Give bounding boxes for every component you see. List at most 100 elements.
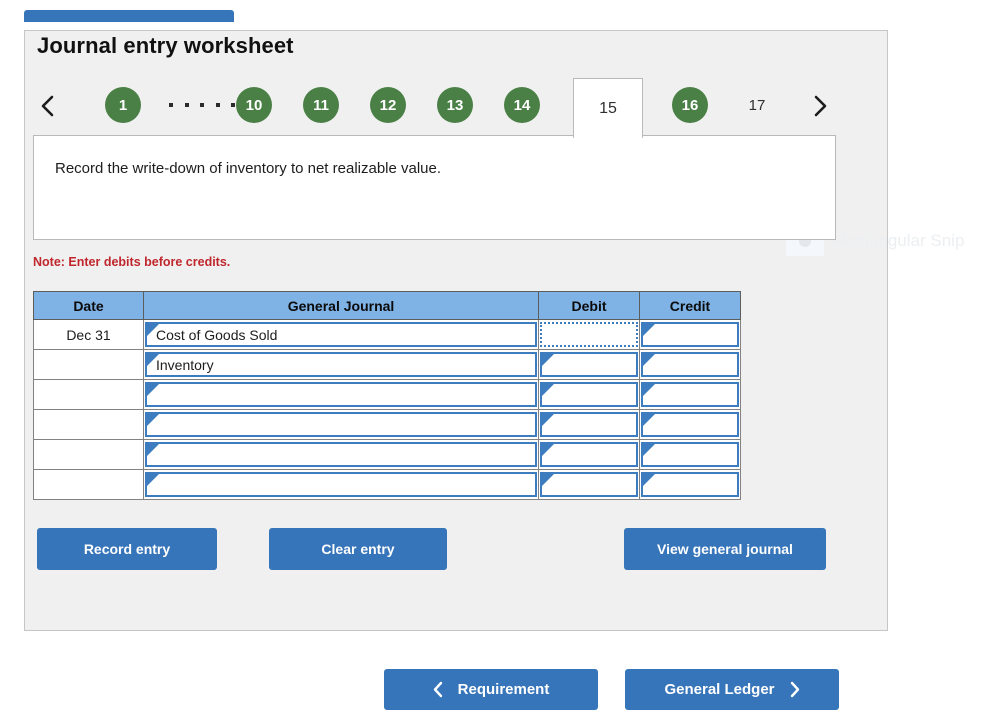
dropdown-triangle-icon	[643, 444, 655, 456]
debit-cell	[538, 409, 640, 440]
dropdown-triangle-icon	[542, 444, 554, 456]
tab-item-13[interactable]: 13	[437, 87, 473, 123]
account-input[interactable]	[145, 412, 537, 437]
date-cell[interactable]	[33, 439, 144, 470]
date-cell[interactable]	[33, 379, 144, 410]
clear-entry-label: Clear entry	[321, 541, 395, 557]
account-cell: Cost of Goods Sold	[143, 319, 539, 350]
debits-before-credits-note: Note: Enter debits before credits.	[33, 255, 231, 269]
account-input[interactable]	[145, 382, 537, 407]
date-cell[interactable]	[33, 469, 144, 500]
tab-label: 1	[118, 96, 128, 114]
credit-input[interactable]	[641, 352, 739, 377]
tab-label: 11	[313, 96, 329, 114]
tab-item-11[interactable]: 11	[303, 87, 339, 123]
column-header-general-journal: General Journal	[143, 291, 539, 320]
general-ledger-nav-button[interactable]: General Ledger	[625, 669, 839, 710]
dropdown-triangle-icon	[147, 444, 159, 456]
tab-label: 12	[379, 96, 397, 114]
view-general-journal-label: View general journal	[657, 541, 793, 557]
dropdown-triangle-icon	[643, 414, 655, 426]
account-value: Cost of Goods Sold	[156, 326, 278, 343]
page-root: Journal entry worksheet 1 10 11 12 13 14…	[0, 0, 998, 726]
tab-label: 16	[681, 96, 699, 114]
chevron-right-icon	[813, 95, 827, 117]
page-title: Journal entry worksheet	[37, 33, 294, 58]
account-input[interactable]	[145, 442, 537, 467]
date-cell[interactable]: Dec 31	[33, 319, 144, 350]
dropdown-triangle-icon	[147, 324, 159, 336]
debit-input[interactable]	[540, 442, 638, 467]
credit-cell	[639, 349, 741, 380]
credit-cell	[639, 379, 741, 410]
tab-label: 10	[245, 96, 263, 114]
credit-input[interactable]	[641, 472, 739, 497]
tab-label: 15	[599, 99, 617, 117]
credit-cell	[639, 439, 741, 470]
clear-entry-button[interactable]: Clear entry	[269, 528, 447, 570]
account-cell	[143, 439, 539, 470]
record-entry-button[interactable]: Record entry	[37, 528, 217, 570]
table-row	[33, 379, 741, 410]
tab-item-1[interactable]: 1	[105, 87, 141, 123]
account-cell	[143, 409, 539, 440]
tab-label: 14	[513, 96, 531, 114]
requirement-label: Requirement	[457, 681, 550, 698]
debit-input[interactable]	[540, 382, 638, 407]
debit-input[interactable]	[540, 412, 638, 437]
view-general-journal-button[interactable]: View general journal	[624, 528, 826, 570]
dropdown-triangle-icon	[147, 474, 159, 486]
account-input[interactable]: Inventory	[145, 352, 537, 377]
general-ledger-label: General Ledger	[664, 681, 775, 698]
debit-cell	[538, 439, 640, 470]
account-cell	[143, 379, 539, 410]
credit-input[interactable]	[641, 382, 739, 407]
dropdown-triangle-icon	[643, 324, 655, 336]
table-row	[33, 469, 741, 500]
table-row	[33, 409, 741, 440]
instruction-box: Record the write-down of inventory to ne…	[33, 135, 836, 240]
instruction-text: Record the write-down of inventory to ne…	[55, 160, 442, 177]
debit-cell	[538, 469, 640, 500]
tab-item-12[interactable]: 12	[370, 87, 406, 123]
table-row: Inventory	[33, 349, 741, 380]
debit-input[interactable]	[540, 322, 638, 347]
date-cell[interactable]	[33, 409, 144, 440]
debit-cell	[538, 319, 640, 350]
tab-item-15-active[interactable]: 15	[573, 78, 643, 138]
account-input[interactable]: Cost of Goods Sold	[145, 322, 537, 347]
requirement-nav-button[interactable]: Requirement	[384, 669, 598, 710]
dropdown-triangle-icon	[542, 354, 554, 366]
tab-label: 13	[446, 96, 464, 114]
debit-cell	[538, 379, 640, 410]
worksheet-tab-nav: 1 10 11 12 13 14 15 16 17	[33, 75, 833, 138]
column-header-date: Date	[33, 291, 144, 320]
column-header-debit: Debit	[538, 291, 640, 320]
column-header-credit: Credit	[639, 291, 741, 320]
tab-item-17[interactable]: 17	[739, 87, 775, 123]
credit-cell	[639, 409, 741, 440]
chevron-right-icon	[789, 681, 800, 698]
dropdown-triangle-icon	[643, 474, 655, 486]
credit-input[interactable]	[641, 442, 739, 467]
tab-item-16[interactable]: 16	[672, 87, 708, 123]
dropdown-triangle-icon	[542, 384, 554, 396]
debit-input[interactable]	[540, 472, 638, 497]
dropdown-triangle-icon	[542, 414, 554, 426]
tab-prev-button[interactable]	[33, 89, 63, 123]
chevron-left-icon	[41, 95, 55, 117]
tab-item-14[interactable]: 14	[504, 87, 540, 123]
account-input[interactable]	[145, 472, 537, 497]
tab-ellipsis	[169, 97, 235, 113]
credit-input[interactable]	[641, 412, 739, 437]
tab-next-button[interactable]	[805, 89, 835, 123]
date-cell[interactable]	[33, 349, 144, 380]
credit-input[interactable]	[641, 322, 739, 347]
chevron-left-icon	[433, 681, 444, 698]
top-blue-tab-strip[interactable]	[24, 10, 234, 22]
account-cell	[143, 469, 539, 500]
debit-input[interactable]	[540, 352, 638, 377]
debit-cell	[538, 349, 640, 380]
tab-item-10[interactable]: 10	[236, 87, 272, 123]
journal-entry-table: Date General Journal Debit Credit Dec 31…	[33, 291, 741, 500]
